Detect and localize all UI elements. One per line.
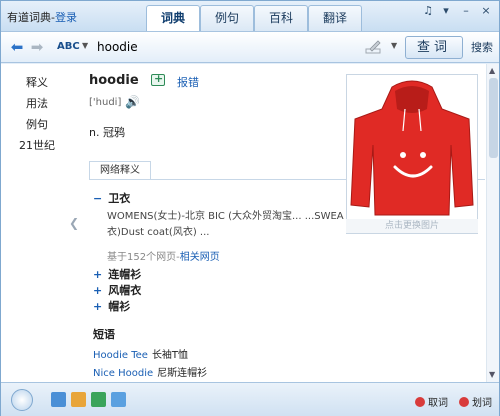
example-line: 衣)Dust coat(风衣) ... <box>107 227 210 238</box>
basic-meaning: n. 冠鸦 <box>89 126 125 139</box>
tab-translate[interactable]: 翻译 <box>308 5 362 31</box>
net-definition-item[interactable]: + 连帽衫 <box>93 266 141 282</box>
phrases-heading: 短语 <box>93 328 115 341</box>
net-definition-item[interactable]: − 卫衣 <box>93 190 130 206</box>
search-input[interactable] <box>97 37 367 57</box>
word-image[interactable] <box>346 74 478 234</box>
source-note-text: 基于152个网页- <box>107 252 180 263</box>
abc-icon[interactable]: ABC <box>57 41 80 52</box>
wordbook-icon[interactable] <box>51 392 66 407</box>
phrase-meaning: 尼斯连帽衫 <box>157 368 208 379</box>
app-title: 有道词典-登录 <box>7 9 77 25</box>
search-bar: ⬅ ➡ ABC ▼ ▼ 查词 搜索 <box>1 31 499 63</box>
select-toggle[interactable]: 划词 <box>459 394 492 409</box>
sidebar-item-definition[interactable]: 释义 <box>15 74 59 90</box>
net-definition-title: 帽衫 <box>108 300 131 313</box>
phrase-link[interactable]: Nice Hoodie <box>93 368 153 379</box>
net-definition-item[interactable]: + 帽衫 <box>93 298 130 314</box>
sidebar-item-21st-century[interactable]: 21世纪 <box>15 137 59 153</box>
net-definition-title: 卫衣 <box>108 192 131 205</box>
source-note: 基于152个网页-相关网页 <box>107 248 220 263</box>
app-window: 有道词典-登录 词典 例句 百科 翻译 ♫ ▾ – × ⬅ ➡ ABC ▼ ▼ … <box>0 0 500 416</box>
scroll-up-icon[interactable]: ▲ <box>489 66 495 75</box>
net-definition-title: 连帽衫 <box>108 268 142 281</box>
web-search-button[interactable]: 搜索 <box>467 36 497 59</box>
lookup-toggle-label: 取词 <box>428 398 448 409</box>
bottom-toolbar: 取词 划词 <box>1 382 499 416</box>
phrase-item: Nice Hoodie 尼斯连帽衫 <box>93 364 207 379</box>
net-definition-example: WOMENS(女士)-北京 BIC (大众外贸淘宝... ...SWEA 衣)D… <box>107 209 353 241</box>
tab-encyclopedia[interactable]: 百科 <box>254 5 308 31</box>
scrollbar[interactable]: ▲ ▼ <box>486 64 499 382</box>
example-line: WOMENS(女士)-北京 BIC (大众外贸淘宝... ...SWEA <box>107 211 344 222</box>
close-icon[interactable]: × <box>477 3 495 19</box>
expand-icon[interactable]: + <box>93 284 102 297</box>
phrase-meaning: 长袖T恤 <box>151 350 189 361</box>
expand-icon[interactable]: + <box>93 268 102 281</box>
off-status-icon <box>459 397 469 407</box>
speaker-icon[interactable]: 🔊 <box>125 95 140 109</box>
scroll-down-icon[interactable]: ▼ <box>489 370 495 379</box>
phrase-item: Hoodie Tee 长袖T恤 <box>93 346 188 361</box>
sidebar-item-usage[interactable]: 用法 <box>15 95 59 111</box>
off-status-icon <box>415 397 425 407</box>
menu-icon[interactable]: ▾ <box>437 3 455 19</box>
report-error-link[interactable]: 报错 <box>177 74 199 90</box>
handwriting-icon[interactable] <box>365 39 383 55</box>
expand-icon[interactable]: + <box>93 300 102 313</box>
forward-arrow-icon[interactable]: ➡ <box>29 38 45 56</box>
history-dropdown-icon[interactable]: ▼ <box>391 41 397 50</box>
net-definition-title: 风帽衣 <box>108 284 142 297</box>
sidebar: 释义 用法 例句 21世纪 <box>1 64 63 382</box>
tab-dictionary[interactable]: 词典 <box>146 5 200 31</box>
minimize-icon[interactable]: – <box>457 3 475 19</box>
title-bar: 有道词典-登录 词典 例句 百科 翻译 ♫ ▾ – × <box>1 1 499 31</box>
phrase-link[interactable]: Hoodie Tee <box>93 350 148 361</box>
chevron-down-icon[interactable]: ▼ <box>82 41 88 50</box>
related-pages-link[interactable]: 相关网页 <box>180 252 220 263</box>
lookup-toggle[interactable]: 取词 <box>415 394 448 409</box>
headword: hoodie <box>89 73 139 88</box>
tab-bar: 词典 例句 百科 翻译 <box>146 5 362 31</box>
phonetic: ['hudi] <box>89 97 122 108</box>
change-image-caption[interactable]: 点击更换图片 <box>346 219 478 233</box>
puzzle-icon[interactable] <box>91 392 106 407</box>
translate-icon[interactable] <box>71 392 86 407</box>
lookup-button[interactable]: 查词 <box>405 36 463 59</box>
select-toggle-label: 划词 <box>472 398 492 409</box>
main-menu-icon[interactable] <box>11 389 33 411</box>
login-link[interactable]: 登录 <box>55 11 77 24</box>
settings-icon[interactable] <box>111 392 126 407</box>
net-definition-item[interactable]: + 风帽衣 <box>93 282 141 298</box>
back-arrow-icon[interactable]: ⬅ <box>9 38 25 56</box>
sidebar-item-examples[interactable]: 例句 <box>15 116 59 132</box>
tab-net-definitions[interactable]: 网络释义 <box>89 161 151 180</box>
collapse-sidebar-icon[interactable]: ❮ <box>69 216 79 230</box>
add-to-wordbook-icon[interactable] <box>151 72 165 86</box>
scroll-thumb[interactable] <box>489 78 498 158</box>
collapse-icon[interactable]: − <box>93 192 102 205</box>
tab-examples[interactable]: 例句 <box>200 5 254 31</box>
hoodie-image <box>350 80 474 216</box>
app-name: 有道词典- <box>7 11 55 24</box>
skin-icon[interactable]: ♫ <box>419 3 437 19</box>
